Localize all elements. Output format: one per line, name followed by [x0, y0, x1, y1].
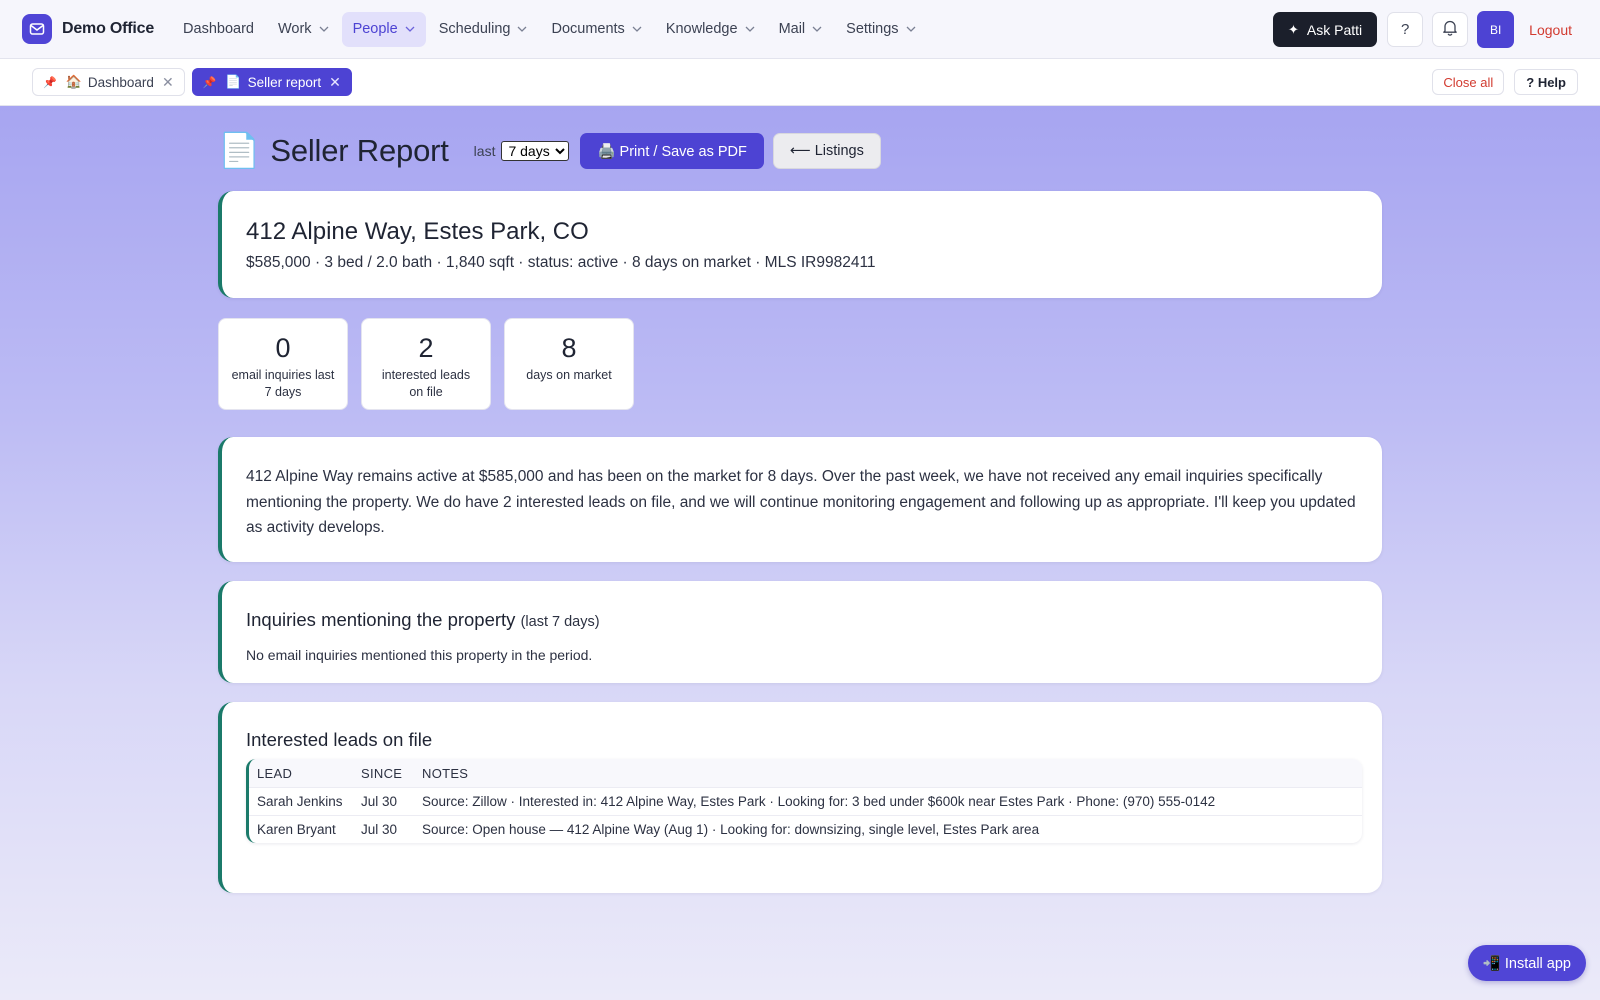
stat-value: 2 — [418, 333, 434, 363]
stat-days-on-market: 8 days on market — [504, 318, 634, 410]
lead-notes: Source: Zillow · Interested in: 412 Alpi… — [422, 794, 1216, 809]
mail-logo-icon — [22, 14, 52, 44]
leads-table: LEAD SINCE NOTES Sarah Jenkins Jul 30 So… — [246, 759, 1362, 843]
tab-actions: Close all ? Help — [1432, 69, 1578, 95]
inquiries-subtitle: (last 7 days) — [520, 614, 600, 630]
page-title: Seller Report — [270, 133, 449, 168]
stat-interested-leads: 2 interested leads on file — [361, 318, 491, 410]
nav-item-label: Documents — [551, 21, 625, 37]
nav-item-label: Mail — [778, 21, 806, 37]
chevron-down-icon — [812, 26, 822, 32]
stat-label: days on market — [526, 368, 612, 382]
chevron-down-icon — [319, 26, 329, 32]
section-title: Inquiries mentioning the property (last … — [246, 609, 600, 631]
page-header: 📄 Seller Report last 7 days 🖨️ Print / S… — [218, 130, 881, 172]
tab-strip: 📌 🏠 Dashboard ✕ 📌 📄 Seller report ✕ Clos… — [0, 59, 1600, 106]
stat-value: 0 — [275, 333, 291, 363]
table-row[interactable]: Karen Bryant Jul 30 Source: Open house —… — [249, 815, 1362, 843]
nav-item-dashboard[interactable]: Dashboard — [172, 12, 265, 47]
table-header: LEAD SINCE NOTES — [249, 759, 1362, 787]
nav-item-scheduling[interactable]: Scheduling — [428, 12, 539, 47]
top-nav: Demo Office Dashboard Work People Schedu… — [0, 0, 1600, 59]
stats-row: 0 email inquiries last 7 days 2 interest… — [218, 318, 647, 410]
close-icon[interactable]: ✕ — [329, 75, 341, 89]
nav-item-label: Settings — [846, 21, 899, 37]
property-address: 412 Alpine Way, Estes Park, CO — [246, 218, 589, 245]
chevron-down-icon — [632, 26, 642, 32]
print-pdf-button[interactable]: 🖨️ Print / Save as PDF — [580, 133, 764, 169]
pin-icon[interactable]: 📌 — [43, 76, 57, 89]
empty-state-text: No email inquiries mentioned this proper… — [246, 647, 593, 663]
house-icon: 🏠 — [65, 74, 82, 89]
lead-name: Sarah Jenkins — [257, 794, 343, 809]
lead-since: Jul 30 — [361, 822, 398, 837]
nav-item-work[interactable]: Work — [267, 12, 340, 47]
inquiries-title: Inquiries mentioning the property — [246, 609, 516, 630]
nav-actions: ✦ Ask Patti ? BI Logout — [1273, 0, 1600, 59]
stat-label: email inquiries last 7 days — [231, 368, 335, 399]
lead-since: Jul 30 — [361, 794, 398, 809]
nav-item-mail[interactable]: Mail — [768, 12, 834, 47]
question-icon: ? — [1401, 21, 1410, 38]
chevron-down-icon — [405, 26, 415, 32]
help-link-button[interactable]: ? Help — [1514, 69, 1578, 95]
nav-item-label: Work — [277, 21, 312, 37]
document-icon: 📄 — [218, 132, 261, 170]
nav-item-label: Dashboard — [183, 21, 254, 37]
stat-value: 8 — [561, 333, 577, 363]
ask-patti-label: Ask Patti — [1306, 21, 1363, 38]
nav-item-label: Knowledge — [665, 21, 738, 37]
notifications-button[interactable] — [1432, 12, 1469, 47]
property-meta: $585,000 · 3 bed / 2.0 bath · 1,840 sqft… — [246, 254, 876, 271]
document-icon: 📄 — [225, 74, 242, 89]
section-title: Interested leads on file — [246, 729, 433, 750]
bell-icon — [1442, 19, 1458, 40]
stat-label: interested leads on file — [381, 368, 471, 399]
nav-item-knowledge[interactable]: Knowledge — [655, 12, 766, 47]
summary-card: 412 Alpine Way remains active at $585,00… — [218, 437, 1382, 562]
column-header-notes: NOTES — [422, 765, 469, 781]
nav-item-label: People — [352, 21, 398, 37]
table-row[interactable]: Sarah Jenkins Jul 30 Source: Zillow · In… — [249, 787, 1362, 815]
chevron-down-icon — [906, 26, 916, 32]
back-to-listings-button[interactable]: ⟵ Listings — [772, 133, 881, 169]
column-header-since: SINCE — [361, 765, 403, 781]
brand[interactable]: Demo Office — [22, 14, 154, 44]
app-name: Demo Office — [62, 20, 155, 37]
nav-item-settings[interactable]: Settings — [835, 12, 926, 47]
close-icon[interactable]: ✕ — [162, 75, 174, 89]
property-card: 412 Alpine Way, Estes Park, CO $585,000 … — [218, 191, 1382, 298]
column-header-lead: LEAD — [257, 765, 293, 781]
tab-seller-report[interactable]: 📌 📄 Seller report ✕ — [191, 68, 352, 96]
tab-label: Dashboard — [87, 74, 154, 90]
stat-email-inquiries: 0 email inquiries last 7 days — [218, 318, 348, 410]
nav-item-label: Scheduling — [438, 21, 511, 37]
nav-item-people[interactable]: People — [341, 11, 426, 47]
summary-text: 412 Alpine Way remains active at $585,00… — [246, 468, 1356, 536]
close-all-button[interactable]: Close all — [1432, 69, 1505, 95]
lead-name: Karen Bryant — [257, 822, 336, 837]
chevron-down-icon — [517, 26, 527, 32]
inquiries-card: Inquiries mentioning the property (last … — [218, 581, 1382, 683]
install-app-button[interactable]: 📲 Install app — [1467, 945, 1586, 981]
chevron-down-icon — [745, 26, 755, 32]
tab-label: Seller report — [247, 74, 322, 90]
help-button[interactable]: ? — [1387, 12, 1424, 47]
main-nav: Dashboard Work People Scheduling Documen… — [172, 11, 929, 47]
pin-icon[interactable]: 📌 — [203, 76, 217, 89]
sparkle-icon: ✦ — [1288, 21, 1299, 37]
leads-card: Interested leads on file LEAD SINCE NOTE… — [218, 702, 1382, 893]
ask-patti-button[interactable]: ✦ Ask Patti — [1273, 12, 1378, 47]
logout-link[interactable]: Logout — [1529, 22, 1572, 38]
lead-notes: Source: Open house — 412 Alpine Way (Aug… — [422, 822, 1040, 837]
avatar[interactable]: BI — [1477, 11, 1515, 48]
nav-item-documents[interactable]: Documents — [540, 12, 652, 47]
main-area: 📄 Seller Report last 7 days 🖨️ Print / S… — [0, 106, 1600, 1000]
range-select[interactable]: 7 days — [501, 141, 570, 161]
range-label: last — [473, 143, 496, 159]
tab-dashboard[interactable]: 📌 🏠 Dashboard ✕ — [32, 68, 185, 96]
